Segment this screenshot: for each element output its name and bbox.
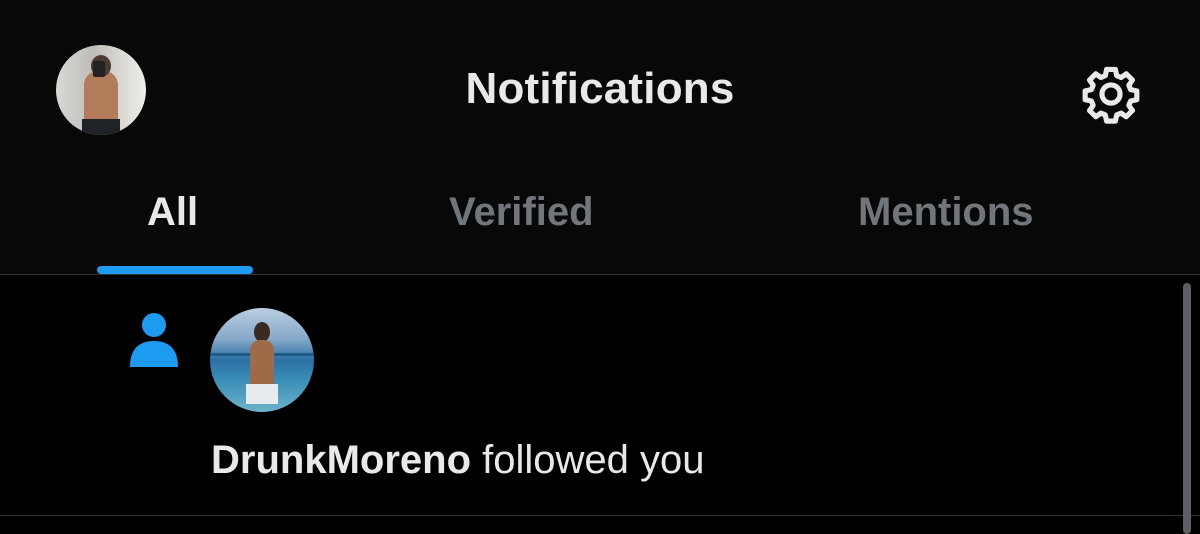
top-bar: Notifications All Verified Mentions (0, 0, 1200, 275)
avatar-photo-legs (82, 119, 120, 135)
avatar-photo-head (254, 322, 270, 342)
scrollbar[interactable] (1183, 283, 1191, 534)
tab-verified[interactable]: Verified (449, 190, 594, 235)
gear-icon[interactable] (1080, 63, 1142, 125)
follower-avatar[interactable] (210, 308, 314, 412)
notification-username[interactable]: DrunkMoreno (211, 438, 471, 482)
tab-all[interactable]: All (147, 190, 198, 235)
notification-text: DrunkMoreno followed you (211, 438, 705, 483)
avatar-photo-shorts (246, 384, 278, 404)
page-title: Notifications (465, 64, 735, 113)
tab-mentions[interactable]: Mentions (858, 190, 1034, 235)
active-tab-indicator (97, 266, 253, 274)
notification-action: followed you (482, 438, 705, 482)
person-icon (130, 313, 178, 367)
avatar-photo-figure (250, 340, 274, 390)
